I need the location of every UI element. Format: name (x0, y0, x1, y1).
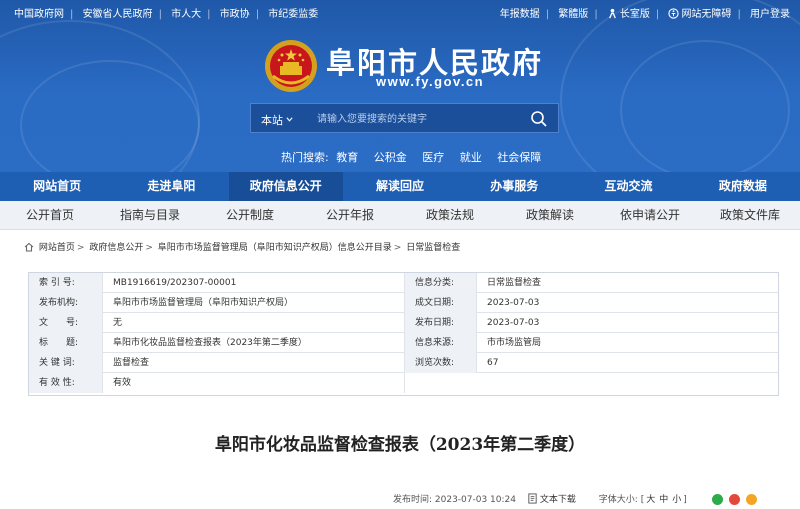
site-header: 中国政府网 | 安徽省人民政府 | 市人大 | 市政协 | 市纪委监委 年报数据 | 繁體… (0, 0, 800, 172)
sub-nav-item[interactable]: 政策文件库 (700, 201, 800, 229)
breadcrumb-item[interactable]: 网站首页 (39, 240, 75, 253)
main-nav-services[interactable]: 办事服务 (457, 172, 571, 201)
site-url: www.fy.gov.cn (376, 74, 485, 89)
top-link[interactable]: 中国政府网 (14, 5, 64, 20)
login-link[interactable]: 用户登录 (750, 5, 790, 20)
field-label: 发布机构: (29, 293, 103, 313)
publish-time: 发布时间: 2023-07-03 10:24 (393, 495, 516, 505)
field-label: 浏览次数: (405, 353, 477, 373)
breadcrumb-item[interactable]: 日常监督检查 (406, 240, 460, 253)
breadcrumb-item[interactable]: 政府信息公开 (89, 240, 143, 253)
decoration (620, 40, 790, 172)
hot-search-label: 热门搜索: (281, 151, 329, 164)
main-nav-interpretation[interactable]: 解读回应 (343, 172, 457, 201)
field-value: 有效 (103, 373, 405, 393)
field-value: 阜阳市市场监督管理局（阜阳市知识产权局） (103, 293, 405, 313)
field-label: 信息来源: (405, 333, 477, 353)
hot-search-item[interactable]: 医疗 (422, 149, 444, 165)
hot-search-item[interactable]: 公积金 (374, 149, 407, 165)
field-value: 日常监督检查 (487, 278, 542, 288)
font-size-small[interactable]: 小 (672, 492, 681, 505)
search-scope-label: 本站 (261, 114, 283, 127)
annual-data-link[interactable]: 年报数据 (500, 5, 540, 20)
elder-mode-icon (609, 8, 616, 19)
hot-search: 热门搜索: 教育 公积金 医疗 就业 社会保障 (281, 149, 553, 165)
info-table: 索 引 号: MB1916619/202307-00001 信息分类: 日常监督… (28, 272, 779, 396)
field-value: 监督检查 (103, 353, 405, 373)
sub-nav-item[interactable]: 政策解读 (500, 201, 600, 229)
field-value: MB1916619/202307-00001 (103, 273, 405, 293)
field-value: 市市场监管局 (487, 338, 542, 348)
sub-nav-item[interactable]: 政策法规 (400, 201, 500, 229)
share-buttons (712, 492, 759, 506)
qzone-share-icon[interactable] (745, 494, 757, 505)
field-value: 无 (103, 313, 405, 333)
search-input[interactable] (317, 109, 517, 129)
download-label: 文本下载 (539, 495, 576, 505)
search-icon[interactable] (530, 110, 548, 128)
field-label: 文 号: (29, 313, 103, 333)
field-label: 索 引 号: (29, 273, 103, 293)
breadcrumb-item[interactable]: 阜阳市市场监督管理局（阜阳市知识产权局）信息公开目录 (158, 240, 392, 253)
accessibility-link[interactable]: 网站无障碍 (681, 5, 731, 20)
field-label: 关 键 词: (29, 353, 103, 373)
field-value: 阜阳市化妆品监督检查报表（2023年第二季度） (103, 333, 405, 353)
field-label: 信息分类: (405, 273, 477, 293)
font-size-large[interactable]: 大 (646, 492, 655, 505)
field-label: 发布日期: (405, 313, 477, 333)
document-title: 阜阳市化妆品监督检查报表（2023年第二季度） (214, 435, 586, 455)
table-row: 索 引 号: MB1916619/202307-00001 信息分类: 日常监督… (29, 273, 778, 293)
top-link[interactable]: 市人大 (171, 5, 201, 20)
top-left-links: 中国政府网 | 安徽省人民政府 | 市人大 | 市政协 | 市纪委监委 (14, 5, 318, 20)
document-icon (528, 493, 537, 504)
table-row: 标 题: 阜阳市化妆品监督检查报表（2023年第二季度） 信息来源: 市市场监管… (29, 333, 778, 353)
national-emblem-icon (265, 40, 317, 92)
font-size-label: 字体大小: (598, 495, 638, 505)
top-link[interactable]: 安徽省人民政府 (83, 5, 153, 20)
table-row: 文 号: 无 发布日期: 2023-07-03 (29, 313, 778, 333)
search-bar: 本站 (250, 103, 559, 133)
elder-mode-link[interactable]: 长室版 (620, 5, 650, 20)
font-size-medium[interactable]: 中 (659, 492, 668, 505)
table-row: 有 效 性: 有效 (29, 373, 778, 393)
field-value: 2023-07-03 (487, 318, 540, 328)
top-bar: 中国政府网 | 安徽省人民政府 | 市人大 | 市政协 | 市纪委监委 年报数据 | 繁體… (0, 0, 800, 24)
sub-nav-item[interactable]: 公开首页 (0, 201, 100, 229)
main-nav-info-disclosure[interactable]: 政府信息公开 (228, 172, 343, 201)
main-nav-data[interactable]: 政府数据 (686, 172, 800, 201)
wechat-share-icon[interactable] (712, 494, 723, 505)
sub-nav-item[interactable]: 依申请公开 (600, 201, 700, 229)
top-link[interactable]: 市政协 (220, 5, 250, 20)
traditional-chinese-link[interactable]: 繁體版 (558, 5, 588, 20)
field-label: 成文日期: (405, 293, 477, 313)
document-meta: 发布时间: 2023-07-03 10:24 文本下载 字体大小: [大中小] (393, 492, 687, 505)
sub-nav-item[interactable]: 公开制度 (200, 201, 300, 229)
accessibility-icon (668, 8, 680, 19)
top-right-links: 年报数据 | 繁體版 | 长室版 | 网站无障碍 | 用户登录 (500, 5, 790, 20)
main-nav: 网站首页 走进阜阳 政府信息公开 解读回应 办事服务 互动交流 政府数据 (0, 172, 800, 201)
main-nav-home[interactable]: 网站首页 (0, 172, 114, 201)
weibo-share-icon[interactable] (728, 494, 740, 505)
table-row: 发布机构: 阜阳市市场监督管理局（阜阳市知识产权局） 成文日期: 2023-07… (29, 293, 778, 313)
search-scope-select[interactable]: 本站 (261, 112, 293, 128)
table-row: 关 键 词: 监督检查 浏览次数: 67 (29, 353, 778, 373)
top-link[interactable]: 市纪委监委 (268, 5, 318, 20)
field-value: 67 (487, 358, 499, 368)
hot-search-item[interactable]: 社会保障 (497, 149, 541, 165)
download-button[interactable]: 文本下载 (527, 492, 576, 505)
field-label: 有 效 性: (29, 373, 103, 393)
main-nav-about[interactable]: 走进阜阳 (114, 172, 228, 201)
field-label: 标 题: (29, 333, 103, 353)
breadcrumb: 网站首页 > 政府信息公开 > 阜阳市市场监督管理局（阜阳市知识产权局）信息公开目录… (24, 240, 460, 253)
sub-nav-item[interactable]: 公开年报 (300, 201, 400, 229)
home-icon (24, 242, 34, 252)
main-nav-interaction[interactable]: 互动交流 (571, 172, 685, 201)
sub-nav: 公开首页 指南与目录 公开制度 公开年报 政策法规 政策解读 依申请公开 政策文… (0, 201, 800, 230)
hot-search-item[interactable]: 就业 (460, 149, 482, 165)
field-value: 2023-07-03 (487, 298, 540, 308)
sub-nav-item[interactable]: 指南与目录 (100, 201, 200, 229)
hot-search-item[interactable]: 教育 (336, 149, 358, 165)
chevron-down-icon (286, 117, 293, 122)
